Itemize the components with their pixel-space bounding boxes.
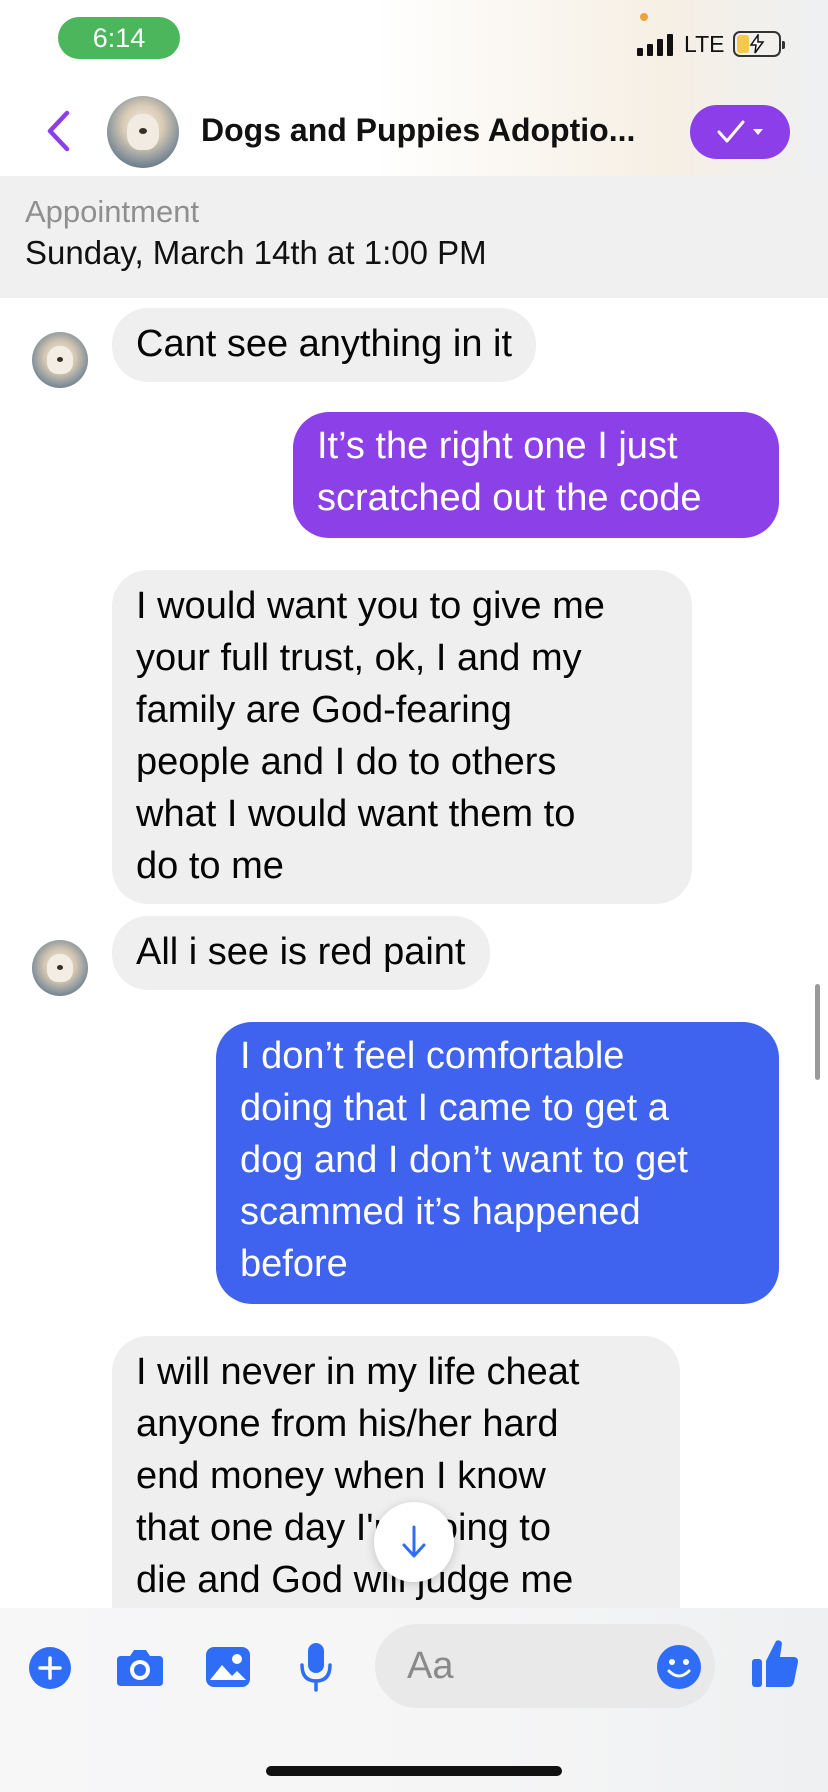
message-line: It’s the right one I just	[317, 425, 678, 467]
message-thread[interactable]: Cant see anything in it It’s the right o…	[0, 298, 828, 1608]
thumbs-up-icon	[752, 1640, 798, 1687]
message-line: family are God-fearing	[136, 689, 512, 731]
message-line: before	[240, 1243, 348, 1285]
contact-avatar[interactable]	[107, 96, 179, 168]
message-line: people and I do to others	[136, 741, 557, 783]
chat-header: Dogs and Puppies Adoptio...	[0, 80, 828, 176]
camera-button[interactable]	[114, 1644, 166, 1690]
message-line: I would want you to give me	[136, 585, 605, 627]
message-line: All i see is red paint	[136, 931, 466, 973]
back-button[interactable]	[40, 108, 76, 154]
home-indicator	[266, 1766, 562, 1776]
battery-icon	[733, 31, 785, 57]
sender-avatar[interactable]	[32, 332, 88, 388]
message-line: scammed it’s happened	[240, 1191, 641, 1233]
incoming-message[interactable]: I would want you to give me your full tr…	[112, 570, 692, 904]
message-line: scratched out the code	[317, 477, 702, 519]
incoming-message[interactable]: Cant see anything in it	[112, 308, 537, 382]
microphone-icon	[300, 1643, 332, 1692]
image-icon	[206, 1647, 250, 1687]
chat-title[interactable]: Dogs and Puppies Adoptio...	[201, 112, 635, 149]
message-line: I will never in my life cheat	[136, 1351, 580, 1393]
appointment-label: Appointment	[25, 194, 200, 229]
message-line: doing that I came to get a	[240, 1087, 669, 1129]
outgoing-message[interactable]: It’s the right one I just scratched out …	[293, 412, 779, 538]
microphone-button[interactable]	[296, 1640, 336, 1694]
message-line: do to me	[136, 845, 284, 887]
message-input-placeholder: Aa	[407, 1644, 454, 1687]
privacy-indicator	[640, 13, 648, 21]
cellular-signal-icon	[637, 32, 673, 56]
scrollbar[interactable]	[815, 984, 820, 1080]
emoji-button[interactable]	[656, 1644, 702, 1690]
scroll-to-bottom-button[interactable]	[374, 1502, 454, 1582]
checkmark-icon	[717, 120, 745, 143]
message-line: dog and I don’t want to get	[240, 1139, 688, 1181]
message-composer: Aa	[0, 1608, 828, 1792]
chevron-down-icon	[753, 129, 763, 135]
message-line: your full trust, ok, I and my	[136, 637, 582, 679]
message-line: end money when I know	[136, 1455, 546, 1497]
camera-icon	[117, 1650, 163, 1686]
gallery-button[interactable]	[204, 1644, 252, 1690]
status-time: 6:14	[58, 17, 180, 59]
emoji-icon	[657, 1645, 701, 1689]
message-line: what I would want them to	[136, 793, 576, 835]
outgoing-message[interactable]: I don’t feel comfortable doing that I ca…	[216, 1022, 779, 1304]
plus-button[interactable]	[28, 1646, 72, 1690]
arrow-down-icon	[402, 1525, 426, 1558]
verify-dropdown-button[interactable]	[690, 105, 790, 159]
appointment-date: Sunday, March 14th at 1:00 PM	[25, 234, 487, 271]
appointment-banner[interactable]: Appointment Sunday, March 14th at 1:00 P…	[0, 176, 828, 298]
sender-avatar[interactable]	[32, 940, 88, 996]
chevron-left-icon	[47, 110, 70, 152]
network-type: LTE	[684, 31, 725, 57]
status-bar: 6:14 LTE	[0, 0, 828, 80]
message-line: Cant see anything in it	[136, 323, 513, 365]
message-line: anyone from his/her hard	[136, 1403, 559, 1445]
incoming-message[interactable]: All i see is red paint	[112, 916, 490, 990]
plus-icon	[29, 1647, 71, 1689]
message-line: I don’t feel comfortable	[240, 1035, 625, 1077]
like-button[interactable]	[750, 1636, 800, 1690]
